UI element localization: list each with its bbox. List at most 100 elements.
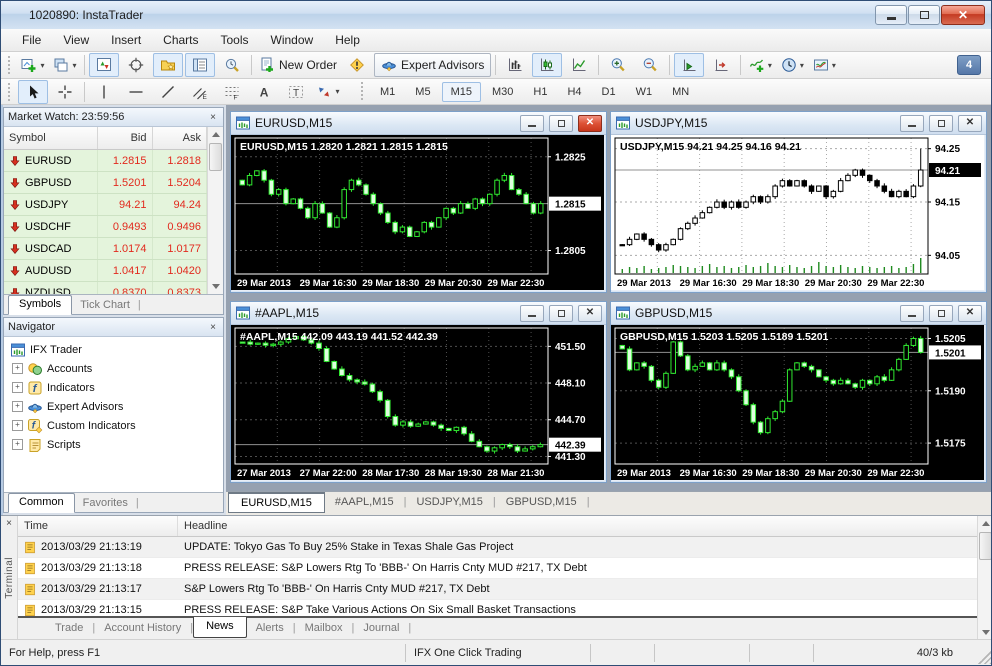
chart-tab-usdjpym15[interactable]: USDJPY,M15 xyxy=(406,492,492,511)
chart-restore-button[interactable] xyxy=(929,304,953,322)
navigator-tab-favorites[interactable]: Favorites xyxy=(75,495,136,512)
periods-button-dropdown-icon[interactable]: ▾ xyxy=(800,61,804,70)
scroll-up-icon[interactable] xyxy=(978,516,991,531)
navigator-item-expert-advisors[interactable]: + Expert Advisors xyxy=(4,397,223,416)
market-watch-row[interactable]: AUDUSD 1.0417 1.0420 xyxy=(4,260,207,282)
navigator-tab-common[interactable]: Common xyxy=(8,493,75,513)
menu-tools[interactable]: Tools xyxy=(210,30,260,50)
minimize-button[interactable] xyxy=(875,5,907,25)
chart-plot-area[interactable]: 451.50 448.10 444.70 441.30 442.39 #AAPL,M15 … xyxy=(231,325,606,482)
chart-window-titlebar[interactable]: USDJPY,M15 ✕ xyxy=(611,112,986,135)
news-row[interactable]: 2013/03/29 21:13:15 PRESS RELEASE: S&P Ta… xyxy=(18,600,977,616)
chart-window-titlebar[interactable]: EURUSD,M15 ✕ xyxy=(231,112,606,135)
tree-expand-icon[interactable]: + xyxy=(12,420,23,431)
line-chart-button[interactable] xyxy=(564,53,594,77)
auto-scroll-button[interactable] xyxy=(674,53,705,77)
navigator-item-scripts[interactable]: + Scripts xyxy=(4,435,223,454)
news-row[interactable]: 2013/03/29 21:13:19 UPDATE: Tokyo Gas To … xyxy=(18,537,977,558)
menu-help[interactable]: Help xyxy=(324,30,371,50)
column-time[interactable]: Time xyxy=(18,516,178,536)
market-watch-row[interactable]: USDCAD 1.0174 1.0177 xyxy=(4,238,207,260)
mailbox-notification-badge[interactable]: 4 xyxy=(957,55,981,75)
equidistant-channel-tool[interactable]: E xyxy=(185,80,215,104)
crosshair-tool[interactable] xyxy=(50,80,80,104)
navigator-toggle[interactable] xyxy=(153,53,183,77)
vertical-line-tool[interactable] xyxy=(89,80,119,104)
scrollbar-thumb[interactable] xyxy=(209,143,222,171)
navigator-root[interactable]: IFX Trader xyxy=(4,340,223,359)
chart-minimize-button[interactable] xyxy=(900,114,924,132)
terminal-close-icon[interactable]: × xyxy=(6,516,12,531)
navigator-item-accounts[interactable]: + Accounts xyxy=(4,359,223,378)
close-button[interactable]: ✕ xyxy=(941,5,985,25)
timeframe-h1[interactable]: H1 xyxy=(524,82,556,102)
chart-close-button[interactable]: ✕ xyxy=(578,114,602,132)
periods-button[interactable]: ▾ xyxy=(777,53,807,77)
terminal-toggle[interactable] xyxy=(185,53,215,77)
zoom-in-button[interactable] xyxy=(603,53,633,77)
timeframe-d1[interactable]: D1 xyxy=(593,82,625,102)
scroll-down-icon[interactable] xyxy=(978,625,991,640)
templates-button[interactable]: ▾ xyxy=(809,53,839,77)
terminal-tab-journal[interactable]: Journal xyxy=(354,618,408,638)
scroll-down-icon[interactable] xyxy=(208,279,223,294)
market-watch-tab-tick-chart[interactable]: Tick Chart xyxy=(72,297,138,314)
resize-grip[interactable] xyxy=(978,650,991,664)
timeframe-w1[interactable]: W1 xyxy=(627,82,662,102)
chart-restore-button[interactable] xyxy=(549,304,573,322)
chart-window-titlebar[interactable]: GBPUSD,M15 ✕ xyxy=(611,302,986,325)
navigator-item-custom-indicators[interactable]: + f Custom Indicators xyxy=(4,416,223,435)
menu-view[interactable]: View xyxy=(52,30,100,50)
market-watch-tab-symbols[interactable]: Symbols xyxy=(8,295,73,315)
chart-tab-aaplm15[interactable]: #AAPL,M15 xyxy=(325,492,404,511)
market-watch-scrollbar[interactable] xyxy=(207,127,223,294)
menu-window[interactable]: Window xyxy=(260,30,325,50)
chart-minimize-button[interactable] xyxy=(520,114,544,132)
tree-expand-icon[interactable]: + xyxy=(12,382,23,393)
terminal-scrollbar[interactable] xyxy=(977,516,991,640)
market-watch-row[interactable]: USDJPY 94.21 94.24 xyxy=(4,194,207,216)
fibonacci-tool[interactable]: F xyxy=(217,80,247,104)
cursor-tool[interactable] xyxy=(18,79,48,104)
terminal-tab-mailbox[interactable]: Mailbox xyxy=(296,618,352,638)
column-symbol[interactable]: Symbol xyxy=(4,127,99,149)
new-order-button[interactable]: New Order xyxy=(256,53,340,77)
profiles-button[interactable]: ▾ xyxy=(50,53,80,77)
trendline-tool[interactable] xyxy=(153,80,183,104)
chart-restore-button[interactable] xyxy=(929,114,953,132)
chart-plot-area[interactable]: 1.5205 1.5190 1.5175 1.5201 GBPUSD,M15 1.520… xyxy=(611,325,986,482)
market-watch-row[interactable]: GBPUSD 1.5201 1.5204 xyxy=(4,172,207,194)
terminal-tab-account-history[interactable]: Account History xyxy=(95,618,190,638)
status-mode[interactable]: IFX One Click Trading xyxy=(406,643,591,662)
scrollbar-thumb[interactable] xyxy=(979,532,991,560)
market-watch-close-icon[interactable]: × xyxy=(207,112,219,123)
timeframe-m15[interactable]: M15 xyxy=(441,81,481,102)
terminal-tab-alerts[interactable]: Alerts xyxy=(247,618,293,638)
timeframe-m1[interactable]: M1 xyxy=(371,82,404,102)
menu-charts[interactable]: Charts xyxy=(152,30,209,50)
market-watch-row[interactable]: USDCHF 0.9493 0.9496 xyxy=(4,216,207,238)
timeframe-m30[interactable]: M30 xyxy=(483,82,522,102)
candlestick-chart-button[interactable] xyxy=(532,53,563,77)
news-row[interactable]: 2013/03/29 21:13:18 PRESS RELEASE: S&P Lo… xyxy=(18,558,977,579)
data-window-toggle[interactable] xyxy=(121,53,151,77)
expert-advisors-button[interactable]: Expert Advisors xyxy=(374,53,492,77)
chart-minimize-button[interactable] xyxy=(900,304,924,322)
chart-close-button[interactable]: ✕ xyxy=(578,304,602,322)
strategy-tester-toggle[interactable] xyxy=(217,53,247,77)
templates-button-dropdown-icon[interactable]: ▾ xyxy=(832,61,836,70)
column-bid[interactable]: Bid xyxy=(98,127,153,149)
menu-file[interactable]: File xyxy=(11,30,52,50)
chart-minimize-button[interactable] xyxy=(520,304,544,322)
market-watch-row[interactable]: NZDUSD 0.8370 0.8373 xyxy=(4,282,207,294)
column-ask[interactable]: Ask xyxy=(153,127,207,149)
text-label-tool[interactable]: T xyxy=(281,80,311,104)
tree-expand-icon[interactable]: + xyxy=(12,363,23,374)
menu-insert[interactable]: Insert xyxy=(100,30,152,50)
tree-expand-icon[interactable]: + xyxy=(12,401,23,412)
navigator-close-icon[interactable]: × xyxy=(207,322,219,333)
navigator-item-indicators[interactable]: + f Indicators xyxy=(4,378,223,397)
chart-tab-eurusdm15[interactable]: EURUSD,M15 xyxy=(228,492,325,513)
timeframe-h4[interactable]: H4 xyxy=(558,82,590,102)
timeframe-mn[interactable]: MN xyxy=(663,82,698,102)
